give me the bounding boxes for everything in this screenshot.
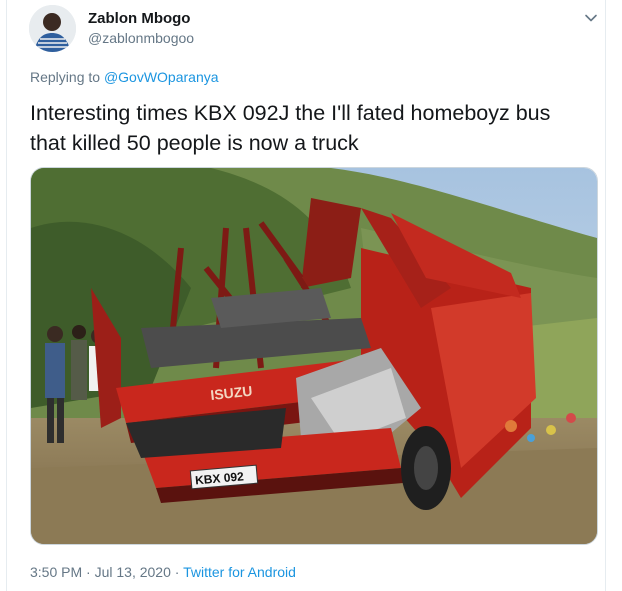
tweet-source-link[interactable]: Twitter for Android [183,564,296,580]
tweet-photo[interactable]: ISUZU KBX 092 [30,167,598,545]
replying-prefix: Replying to [30,69,101,85]
meta-separator: · [174,564,180,580]
avatar-image [29,5,76,52]
tweet-date[interactable]: Jul 13, 2020 [95,564,171,580]
tweet-text-line: that killed 50 people is now a truck [30,131,359,155]
tweet-time[interactable]: 3:50 PM [30,564,82,580]
author-username[interactable]: @zablonmbogoo [88,30,194,46]
tweet-card: Zablon Mbogo @zablonmbogoo Replying to @… [6,0,606,591]
bus-wreck-image: ISUZU KBX 092 [31,168,597,544]
reply-mention-link[interactable]: @GovWOparanya [104,69,219,85]
author-display-name[interactable]: Zablon Mbogo [88,10,190,27]
avatar[interactable] [29,5,76,52]
tweet-text-line: Interesting times KBX 092J the I'll fate… [30,101,551,125]
replying-to: Replying to @GovWOparanya [30,69,219,85]
tweet-text: Interesting times KBX 092J the I'll fate… [30,98,600,158]
chevron-down-icon[interactable] [583,10,599,26]
meta-separator: · [86,564,91,580]
tweet-meta: 3:50 PM · Jul 13, 2020 · Twitter for And… [30,564,296,580]
